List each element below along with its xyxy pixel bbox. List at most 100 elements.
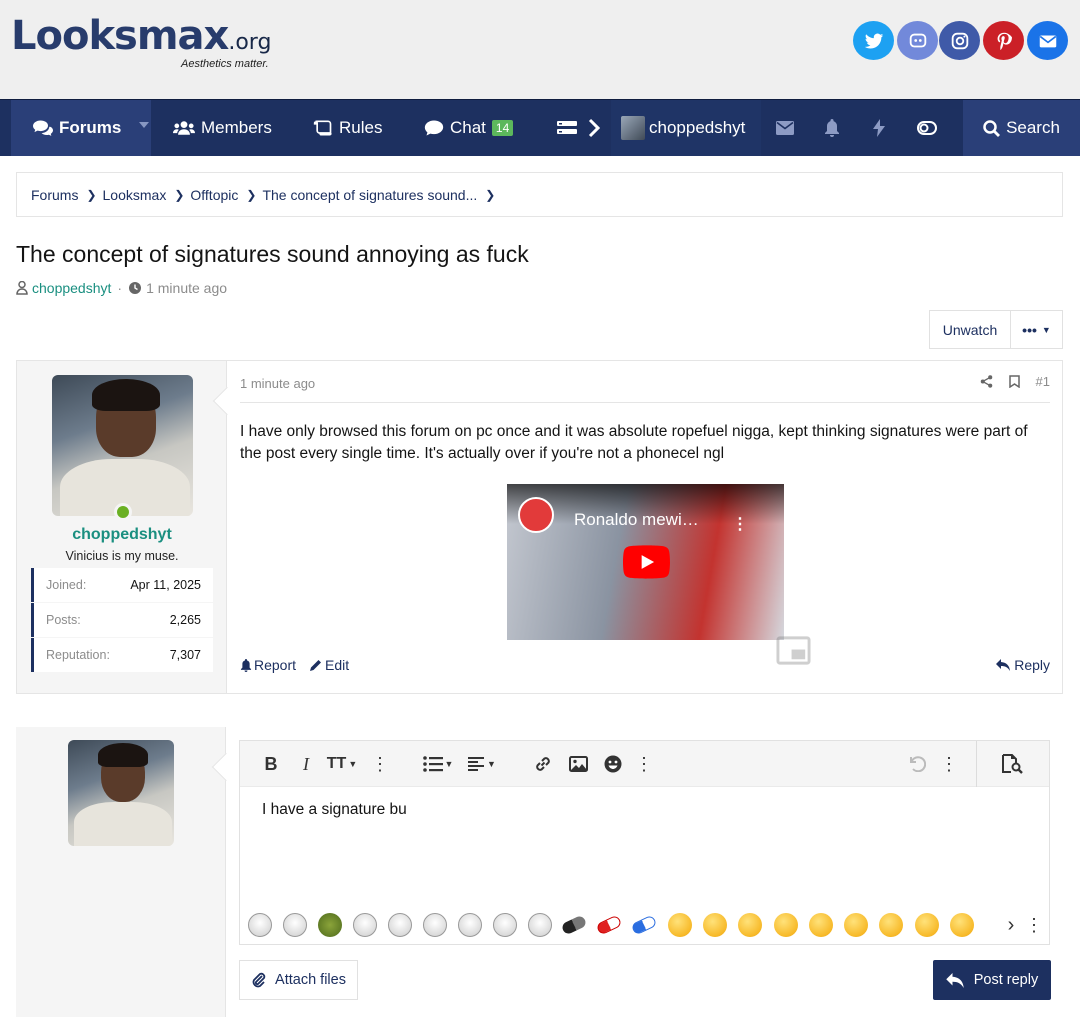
edit-link[interactable]: Edit	[310, 657, 349, 673]
smilie-item[interactable]	[703, 913, 727, 937]
smilie-item[interactable]	[950, 913, 974, 937]
post-time[interactable]: 1 minute ago	[240, 376, 315, 391]
smilie-item[interactable]	[774, 913, 798, 937]
comments-icon	[33, 120, 53, 136]
insert-image-button[interactable]	[567, 752, 589, 776]
site-logo[interactable]: Looksmax.org Aesthetics matter.	[11, 14, 291, 74]
pinterest-icon[interactable]	[983, 21, 1024, 60]
smilie-item[interactable]	[595, 914, 623, 936]
bolt-icon	[873, 119, 885, 137]
reply-input[interactable]: I have a signature bu	[262, 801, 407, 819]
logo-tld: .org	[228, 30, 272, 55]
bold-button[interactable]: B	[260, 752, 282, 776]
nav-overflow-item[interactable]	[556, 100, 584, 156]
post-number[interactable]: #1	[1036, 374, 1050, 389]
nav-rules[interactable]: Rules	[313, 100, 382, 156]
list-button[interactable]: ▼	[421, 752, 455, 776]
more-edit-options-button[interactable]: ⋮	[939, 752, 959, 776]
nav-scroll-right[interactable]	[584, 100, 610, 156]
smilie-item[interactable]	[528, 913, 552, 937]
thread-time[interactable]: 1 minute ago	[146, 280, 227, 296]
smilie-scroll-right-icon[interactable]: ›	[1002, 913, 1020, 937]
more-insert-options-button[interactable]: ⋮	[634, 752, 654, 776]
kebab-menu-icon[interactable]: ⋮	[732, 514, 748, 534]
smilie-item[interactable]	[493, 913, 517, 937]
breadcrumb-forums[interactable]: Forums	[31, 187, 78, 203]
smilie-item[interactable]	[353, 913, 377, 937]
smilies-button[interactable]	[602, 752, 624, 776]
quick-reply: B I TT ▼ ⋮ ▼ ▼ ⋮ ⋮ I have a signature bu…	[16, 727, 1063, 1017]
link-icon	[536, 757, 550, 771]
instagram-icon[interactable]	[939, 21, 980, 60]
preview-button[interactable]	[1000, 752, 1024, 776]
caret-down-icon: ▼	[1041, 324, 1051, 335]
user-title: Vinicius is my muse.	[65, 549, 179, 563]
nav-search[interactable]: Search	[963, 100, 1080, 156]
nav-chat[interactable]: Chat 14	[424, 100, 514, 156]
breadcrumb: Forums ❯ Looksmax ❯ Offtopic ❯ The concept …	[16, 172, 1063, 217]
more-text-options-button[interactable]: ⋮	[370, 752, 390, 776]
video-title[interactable]: Ronaldo mewi…	[574, 510, 699, 530]
post-username[interactable]: choppedshyt	[17, 526, 227, 544]
chevron-down-icon[interactable]	[139, 122, 149, 128]
smilie-item[interactable]	[248, 913, 272, 937]
smilie-item[interactable]	[915, 913, 939, 937]
align-button[interactable]: ▼	[466, 752, 498, 776]
avatar[interactable]	[68, 740, 174, 846]
thread-author-link[interactable]: choppedshyt	[32, 280, 111, 296]
nav-conversations[interactable]	[768, 100, 808, 156]
bell-icon	[240, 658, 252, 672]
stat-joined: Joined: Apr 11, 2025	[31, 568, 213, 602]
smilie-item[interactable]	[283, 913, 307, 937]
nav-members[interactable]: Members	[173, 100, 272, 156]
discord-icon[interactable]	[897, 21, 938, 60]
post-text: I have only browsed this forum on pc onc…	[240, 423, 1028, 462]
envelope-icon[interactable]	[1027, 21, 1068, 60]
list-icon	[422, 756, 443, 772]
nav-whats-new[interactable]	[862, 100, 902, 156]
youtube-embed[interactable]: Ronaldo mewi… ⋮	[507, 484, 784, 640]
italic-button[interactable]: I	[295, 752, 317, 776]
smilie-item[interactable]	[318, 913, 342, 937]
post-footer: Report Edit Reply	[240, 657, 1050, 673]
smilie-item[interactable]	[560, 914, 588, 936]
more-options-button[interactable]: ••• ▼	[1011, 311, 1062, 348]
twitter-icon[interactable]	[853, 21, 894, 60]
post-reply-button[interactable]: Post reply	[933, 960, 1051, 1000]
nav-forums[interactable]: Forums	[11, 100, 151, 156]
smilie-item[interactable]	[388, 913, 412, 937]
smilie-more-icon[interactable]: ⋮	[1025, 913, 1043, 937]
unwatch-button[interactable]: Unwatch	[930, 311, 1011, 348]
smilie-item[interactable]	[879, 913, 903, 937]
share-icon[interactable]	[980, 375, 993, 388]
server-icon	[557, 121, 577, 134]
undo-button[interactable]	[906, 752, 928, 776]
smilie-item[interactable]	[668, 913, 692, 937]
nav-user-account[interactable]: choppedshyt	[611, 100, 761, 156]
avatar[interactable]	[52, 375, 193, 516]
channel-avatar[interactable]	[518, 497, 554, 533]
report-link[interactable]: Report	[240, 657, 296, 673]
insert-link-button[interactable]	[532, 752, 554, 776]
page-title: The concept of signatures sound annoying…	[16, 241, 529, 267]
breadcrumb-offtopic[interactable]: Offtopic	[190, 187, 238, 203]
bookmark-icon[interactable]	[1008, 375, 1020, 388]
smilie-item[interactable]	[738, 913, 762, 937]
search-icon	[983, 119, 1001, 137]
smilie-item[interactable]	[458, 913, 482, 937]
nav-toggle[interactable]	[910, 100, 950, 156]
attach-files-button[interactable]: Attach files	[239, 960, 358, 1000]
online-indicator	[114, 503, 132, 521]
reply-label: Reply	[1014, 657, 1050, 673]
font-size-button[interactable]: TT ▼	[325, 752, 359, 776]
breadcrumb-thread[interactable]: The concept of signatures sound...	[262, 187, 477, 203]
smilie-item[interactable]	[844, 913, 868, 937]
play-button-icon[interactable]	[623, 535, 670, 589]
smilie-item[interactable]	[630, 914, 658, 936]
smilie-item[interactable]	[423, 913, 447, 937]
nav-alerts[interactable]	[815, 100, 855, 156]
smilie-item[interactable]	[809, 913, 833, 937]
breadcrumb-looksmax[interactable]: Looksmax	[103, 187, 167, 203]
reply-link[interactable]: Reply	[996, 657, 1050, 673]
rich-text-editor: B I TT ▼ ⋮ ▼ ▼ ⋮ ⋮ I have a signature bu…	[239, 740, 1050, 945]
